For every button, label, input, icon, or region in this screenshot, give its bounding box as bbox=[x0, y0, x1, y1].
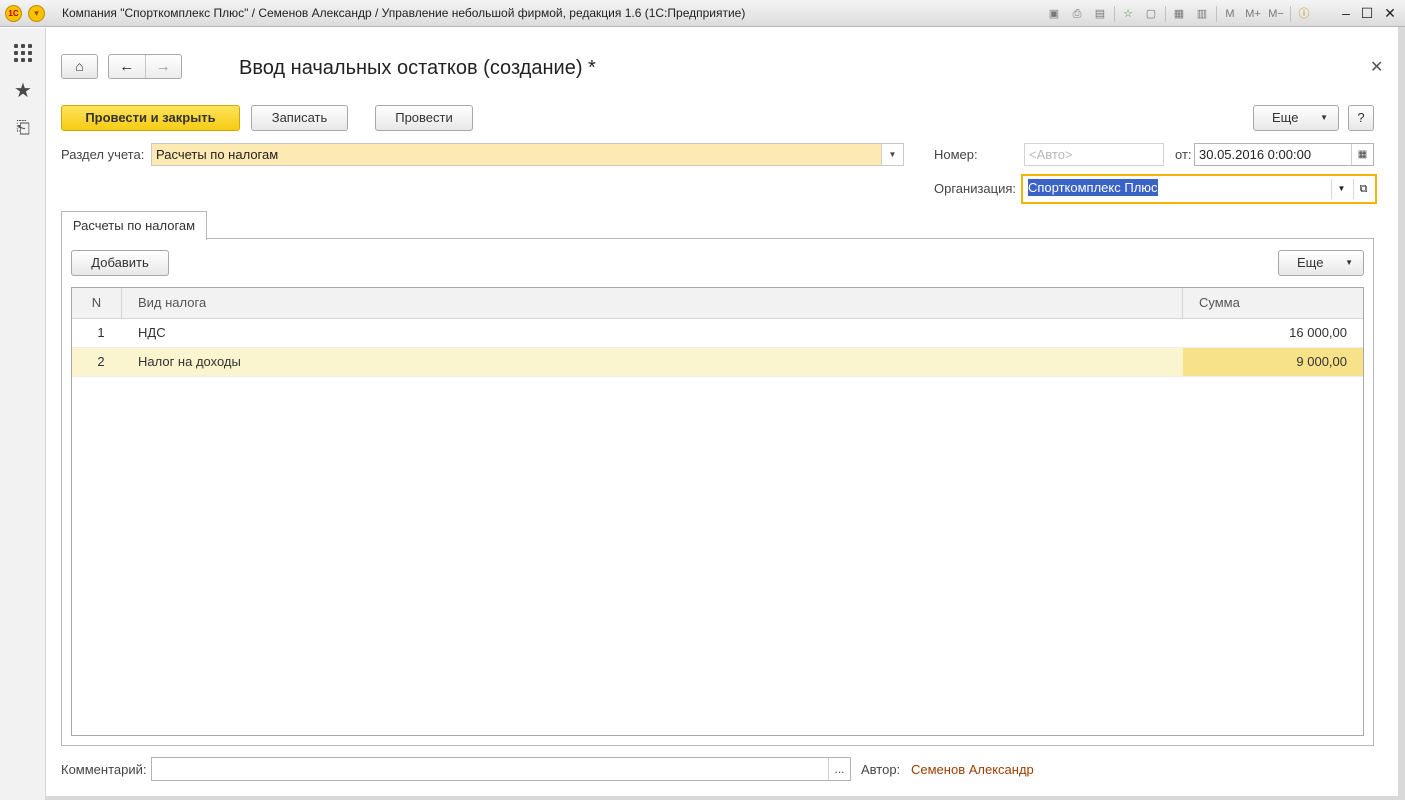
comment-field[interactable]: ... bbox=[151, 757, 851, 781]
app-logo-icon[interactable]: 1С bbox=[5, 5, 22, 22]
chevron-down-icon: ▼ bbox=[1320, 113, 1328, 122]
window-title: Компания "Спорткомплекс Плюс" / Семенов … bbox=[62, 6, 746, 20]
table-row-selected[interactable]: 2 Налог на доходы 9 000,00 bbox=[72, 348, 1363, 377]
row-tax: Налог на доходы bbox=[138, 354, 241, 369]
window-toolbar: ▣ ⎙ ▤ ☆ ▢ ▦ ▥ M M+ M− ⓘ bbox=[1045, 4, 1318, 24]
maximize-icon[interactable]: ☐ bbox=[1357, 3, 1377, 23]
section-field[interactable]: Расчеты по налогам ▼ bbox=[151, 143, 904, 166]
more-button[interactable]: Еще ▼ bbox=[1253, 105, 1339, 131]
more-button-label: Еще bbox=[1272, 110, 1299, 125]
author-link[interactable]: Семенов Александр bbox=[911, 762, 1034, 777]
toolbar-separator bbox=[1165, 6, 1166, 22]
help-button[interactable]: ? bbox=[1348, 105, 1374, 131]
date-value: 30.05.2016 0:00:00 bbox=[1199, 147, 1312, 162]
column-header-sum[interactable]: Сумма bbox=[1183, 288, 1363, 319]
home-icon: ⌂ bbox=[75, 58, 84, 74]
main-menu-chevron-icon[interactable]: ▾ bbox=[28, 5, 45, 22]
table-row[interactable]: 1 НДС 16 000,00 bbox=[72, 319, 1363, 348]
page-title: Ввод начальных остатков (создание) * bbox=[239, 57, 596, 79]
row-number: 2 bbox=[97, 354, 105, 369]
close-form-icon[interactable]: ✕ bbox=[1370, 57, 1383, 77]
taxes-table: N Вид налога Сумма 1 НДС 16 000,00 2 Нал… bbox=[71, 287, 1364, 736]
m-plus-icon[interactable]: M+ bbox=[1244, 5, 1262, 23]
author-label: Автор: bbox=[861, 762, 901, 777]
window-bottom-border bbox=[46, 796, 1398, 800]
chevron-down-icon[interactable]: ▼ bbox=[881, 144, 903, 165]
back-arrow-icon[interactable]: ← bbox=[109, 55, 146, 78]
section-value: Расчеты по налогам bbox=[156, 147, 279, 162]
tab-tax-settlements[interactable]: Расчеты по налогам bbox=[61, 211, 207, 240]
row-number: 1 bbox=[97, 325, 105, 340]
window-titlebar: 1С ▾ Компания "Спорткомплекс Плюс" / Сем… bbox=[0, 0, 1405, 27]
favorites-star-icon[interactable]: ★ bbox=[11, 79, 35, 103]
date-field[interactable]: 30.05.2016 0:00:00 ▦ bbox=[1194, 143, 1374, 166]
table-more-button[interactable]: Еще ▼ bbox=[1278, 250, 1364, 276]
forward-arrow-icon[interactable]: → bbox=[146, 55, 182, 78]
toolbar-separator bbox=[1114, 6, 1115, 22]
favorites-add-icon[interactable]: ☆ bbox=[1119, 5, 1137, 23]
navigation-buttons: ← → bbox=[108, 54, 182, 79]
calendar-icon[interactable]: ▥ bbox=[1193, 5, 1211, 23]
number-label: Номер: bbox=[934, 147, 978, 162]
chevron-down-icon[interactable]: ▼ bbox=[1331, 179, 1351, 199]
save-button[interactable]: Записать bbox=[251, 105, 348, 131]
table-header: N Вид налога Сумма bbox=[72, 288, 1363, 319]
post-button[interactable]: Провести bbox=[375, 105, 473, 131]
info-icon[interactable]: ⓘ bbox=[1295, 5, 1313, 23]
toolbar-separator bbox=[1216, 6, 1217, 22]
row-sum: 9 000,00 bbox=[1183, 348, 1363, 376]
m-minus-icon[interactable]: M− bbox=[1267, 5, 1285, 23]
add-button[interactable]: Добавить bbox=[71, 250, 169, 276]
date-label: от: bbox=[1175, 147, 1192, 162]
minimize-icon[interactable]: ‒ bbox=[1336, 3, 1356, 23]
print-icon[interactable]: ⎙ bbox=[1068, 5, 1086, 23]
row-tax: НДС bbox=[138, 325, 166, 340]
chevron-down-icon: ▼ bbox=[1345, 258, 1353, 267]
close-window-icon[interactable]: ✕ bbox=[1380, 3, 1400, 23]
org-value: Спорткомплекс Плюс bbox=[1028, 179, 1158, 196]
open-icon[interactable]: ⧉ bbox=[1353, 179, 1373, 199]
sections-sidebar: ★ ⎗ bbox=[0, 28, 46, 800]
window-right-border bbox=[1398, 27, 1405, 800]
toolbar-separator bbox=[1290, 6, 1291, 22]
history-icon[interactable]: ▢ bbox=[1142, 5, 1160, 23]
comment-select-button[interactable]: ... bbox=[828, 758, 850, 780]
column-header-tax[interactable]: Вид налога bbox=[122, 288, 1183, 319]
org-label: Организация: bbox=[934, 181, 1017, 196]
comment-label: Комментарий: bbox=[61, 762, 147, 777]
home-button[interactable]: ⌂ bbox=[61, 54, 98, 79]
calculator-icon[interactable]: ▦ bbox=[1170, 5, 1188, 23]
post-and-close-button[interactable]: Провести и закрыть bbox=[61, 105, 240, 131]
save-icon[interactable]: ▣ bbox=[1045, 5, 1063, 23]
table-more-label: Еще bbox=[1297, 255, 1324, 270]
apps-grid-icon[interactable] bbox=[14, 44, 32, 62]
preview-icon[interactable]: ▤ bbox=[1091, 5, 1109, 23]
history-icon[interactable]: ⎗ bbox=[11, 116, 35, 140]
row-sum: 16 000,00 bbox=[1289, 325, 1347, 340]
organization-field[interactable]: Спорткомплекс Плюс ▼ ⧉ bbox=[1021, 174, 1377, 204]
m-icon[interactable]: M bbox=[1221, 5, 1239, 23]
number-field[interactable]: <Авто> bbox=[1024, 143, 1164, 166]
section-label: Раздел учета: bbox=[61, 147, 145, 162]
column-header-n[interactable]: N bbox=[72, 288, 122, 319]
calendar-icon[interactable]: ▦ bbox=[1351, 144, 1373, 165]
